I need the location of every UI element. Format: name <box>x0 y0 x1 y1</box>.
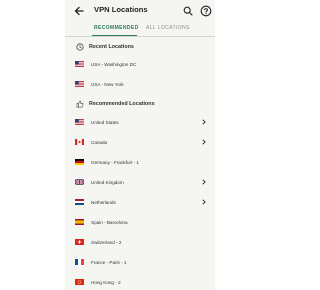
flag-ca-icon <box>75 139 84 145</box>
page-title: VPN Locations <box>94 5 148 14</box>
back-arrow-icon[interactable] <box>73 5 85 17</box>
location-label: USA - New York <box>91 81 124 87</box>
flag-es-icon <box>75 219 84 225</box>
clock-icon <box>76 43 84 51</box>
location-row-switzerland-2[interactable]: Switzerland - 2 <box>65 237 215 247</box>
chevron-right-icon[interactable] <box>201 139 207 145</box>
tabs-divider <box>65 36 215 37</box>
tab-all-locations[interactable]: ALL LOCATIONS <box>146 25 190 31</box>
flag-ch-icon <box>75 239 84 245</box>
search-icon[interactable] <box>183 6 193 16</box>
location-row-hong-kong-2[interactable]: Hong Kong - 2 <box>65 277 215 287</box>
flag-us-icon <box>75 61 84 67</box>
location-label: Switzerland - 2 <box>91 239 122 245</box>
flag-de-icon <box>75 159 84 165</box>
flag-us-icon <box>75 119 84 125</box>
flag-us-icon <box>75 81 84 87</box>
location-label: Hong Kong - 2 <box>91 279 121 285</box>
location-row-usa-new-york[interactable]: USA - New York <box>65 79 215 89</box>
app-bar: VPN Locations <box>65 0 215 22</box>
chevron-right-icon[interactable] <box>201 119 207 125</box>
flag-nl-icon <box>75 199 84 205</box>
tab-recommended[interactable]: RECOMMENDED <box>94 25 139 31</box>
location-row-france-paris-1[interactable]: France - Paris - 1 <box>65 257 215 267</box>
location-row-usa-washington-dc[interactable]: USA - Washington DC <box>65 59 215 69</box>
chevron-right-icon[interactable] <box>201 199 207 205</box>
flag-hk-icon <box>75 279 84 285</box>
location-row-netherlands[interactable]: Netherlands <box>65 197 215 207</box>
location-label: Canada <box>91 139 108 145</box>
location-row-canada[interactable]: Canada <box>65 137 215 147</box>
location-label: Germany - Frankfurt - 1 <box>91 159 139 165</box>
location-row-germany-frankfurt-1[interactable]: Germany - Frankfurt - 1 <box>65 157 215 167</box>
recommended-locations-header: Recommended Locations <box>65 99 215 109</box>
section-title: Recent Locations <box>89 43 134 50</box>
help-icon[interactable] <box>200 5 212 17</box>
flag-fr-icon <box>75 259 84 265</box>
section-title: Recommended Locations <box>89 100 155 107</box>
flag-uk-icon <box>75 179 84 185</box>
location-row-united-states[interactable]: United States <box>65 117 215 127</box>
location-row-united-kingdom[interactable]: United Kingdom <box>65 177 215 187</box>
location-label: United States <box>91 119 119 125</box>
chevron-right-icon[interactable] <box>201 179 207 185</box>
location-tabs: RECOMMENDED ALL LOCATIONS <box>65 22 215 37</box>
location-label: United Kingdom <box>91 179 124 185</box>
location-label: France - Paris - 1 <box>91 259 127 265</box>
location-label: Netherlands <box>91 199 116 205</box>
vpn-locations-screen: VPN Locations RECOMMENDED ALL LOCATIONS … <box>65 0 215 290</box>
location-label: USA - Washington DC <box>91 61 137 67</box>
location-label: Spain - Barcelona <box>91 219 128 225</box>
recent-locations-header: Recent Locations <box>65 42 215 52</box>
location-row-spain-barcelona[interactable]: Spain - Barcelona <box>65 217 215 227</box>
thumbs-up-icon <box>76 100 84 108</box>
